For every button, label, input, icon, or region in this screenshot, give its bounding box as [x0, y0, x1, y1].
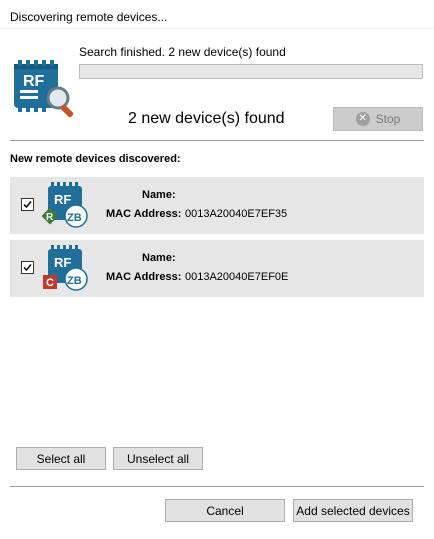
device-name-label: Name:	[142, 189, 176, 201]
select-all-button[interactable]: Select all	[16, 447, 106, 470]
device-mac-label: MAC Address:	[106, 208, 182, 220]
role-badge: C	[46, 277, 54, 289]
device-mac-value: 0013A20040E7EF0E	[185, 271, 289, 283]
add-selected-devices-button[interactable]: Add selected devices	[293, 499, 413, 522]
svg-text:RF: RF	[23, 73, 45, 90]
section-divider	[10, 140, 424, 141]
stop-label: Stop	[375, 112, 401, 126]
svg-text:RF: RF	[54, 255, 71, 270]
stop-icon: ✕	[355, 112, 370, 126]
svg-text:ZB: ZB	[67, 212, 82, 224]
device-row[interactable]: RF ZB C Name: MAC Address: 0013A20040E7E…	[10, 240, 424, 297]
search-status-text: Search finished. 2 new device(s) found	[79, 45, 286, 59]
device-name-label: Name:	[142, 252, 176, 264]
svg-text:ZB: ZB	[67, 275, 82, 287]
device-mac-label: MAC Address:	[106, 271, 182, 283]
device-checkbox[interactable]	[21, 261, 34, 274]
devices-section-label: New remote devices discovered:	[10, 153, 181, 165]
unselect-all-button[interactable]: Unselect all	[113, 447, 203, 470]
zigbee-router-icon: RF ZB R	[42, 182, 88, 228]
title-divider	[0, 28, 434, 29]
device-checkbox[interactable]	[21, 198, 34, 211]
search-progress-bar	[79, 64, 423, 79]
zigbee-coordinator-icon: RF ZB C	[43, 245, 88, 291]
rf-module-magnifier-icon: RF	[14, 60, 74, 118]
role-badge: R	[46, 212, 54, 223]
device-row[interactable]: RF ZB R Name: MAC Address: 0013A20040E7E…	[10, 177, 424, 234]
device-mac-value: 0013A20040E7EF35	[185, 208, 288, 220]
svg-text:RF: RF	[54, 192, 71, 207]
cancel-button[interactable]: Cancel	[165, 499, 285, 522]
footer-divider	[10, 486, 424, 487]
window-title: Discovering remote devices...	[10, 10, 168, 24]
stop-button[interactable]: ✕ Stop	[333, 107, 423, 131]
found-summary: 2 new device(s) found	[128, 110, 285, 127]
